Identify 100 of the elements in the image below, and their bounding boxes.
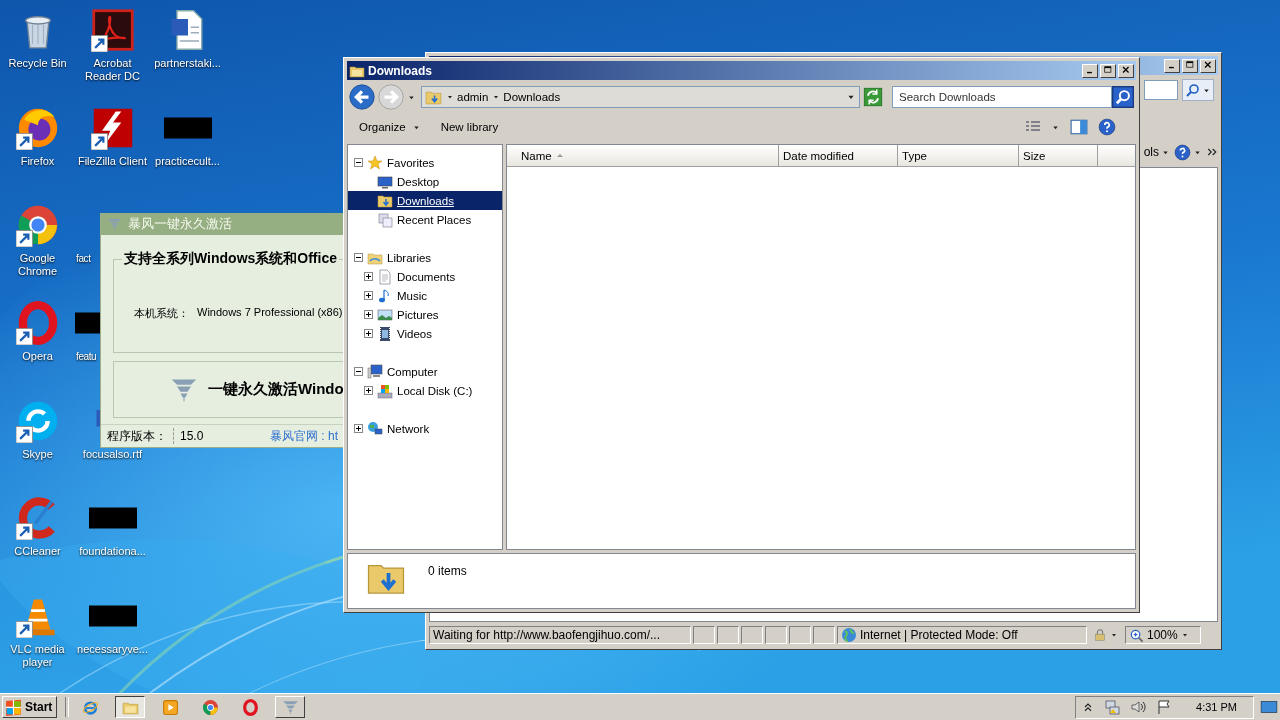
internet-explorer-icon [81,698,99,716]
column-header[interactable]: Name [507,145,779,166]
status-pane [741,626,763,644]
tree-item[interactable]: Pictures [348,305,502,324]
zoom-button[interactable]: 100% [1125,626,1201,644]
caret-icon [1180,631,1189,639]
tree-item[interactable]: Local Disk (C:) [348,381,502,400]
toolbar-button[interactable]: New library [440,121,499,133]
tree-item[interactable]: Network [348,419,502,438]
document-icon [377,268,393,285]
breadcrumb[interactable]: admin [457,91,489,103]
tree-item[interactable]: Computer [348,362,502,381]
media-player-icon [161,698,179,716]
tree-item[interactable]: Libraries [348,248,502,267]
version-label: 程序版本： [106,427,168,445]
help-menu[interactable] [1174,143,1202,161]
action-center-flag-icon [1156,699,1173,715]
recent-places-icon [377,211,393,228]
maximize-button[interactable] [1100,63,1116,78]
address-bar[interactable]: admin Downloads [421,86,860,108]
desktop-icon-label[interactable]: featu [76,350,97,364]
maximize-icon [1102,65,1114,76]
clock[interactable]: 4:31 PM [1196,701,1237,713]
website-link[interactable]: 暴风官网 : ht [264,427,344,445]
desktop-icon-label[interactable]: Firefox [1,154,74,168]
download-folder-icon [377,192,393,209]
pane-icon [1070,118,1088,136]
computer-icon [367,363,383,380]
network-icon [367,420,383,437]
tree-item[interactable]: Videos [348,324,502,343]
system-value: Windows 7 Professional (x86) [197,306,343,320]
search-button[interactable] [1182,79,1214,101]
close-icon [1120,65,1132,76]
column-header[interactable]: Date modified [779,145,898,166]
tools-menu[interactable]: ols [1143,145,1170,159]
drive-icon [377,382,393,399]
desktop-icon-label[interactable]: Acrobat Reader DC [76,57,149,83]
refresh-button[interactable] [863,87,883,107]
tree-item[interactable]: Favorites [348,153,502,172]
desktop-icon-label[interactable]: partnerstaki... [151,57,224,70]
maximize-icon [1184,60,1196,71]
close-button[interactable] [1118,63,1134,78]
search-button[interactable] [1112,86,1134,108]
status-pane [765,626,787,644]
security-zone: Internet | Protected Mode: Off [860,628,1018,642]
globe-icon [841,627,857,643]
search-icon [1185,82,1201,98]
monitor-icon [377,173,393,190]
tree-item[interactable]: Recent Places [348,210,502,229]
version-number: 15.0 [179,429,205,443]
desktop-icon-label[interactable]: Opera [1,350,74,364]
search-field[interactable]: Search Downloads [892,86,1112,108]
lock-icon [1093,628,1107,642]
maximize-button[interactable] [1182,58,1198,73]
desktop-icon-label[interactable]: FileZilla Client [76,154,149,168]
system-label: 本机系统： [134,306,189,321]
chevron-icon [1206,146,1218,158]
toolbar-button[interactable]: Organize [359,121,421,133]
status-pane [693,626,715,644]
help-button[interactable] [1098,118,1116,136]
desktop-icon-label[interactable]: Google Chrome [1,252,74,279]
window-title: Downloads [368,63,432,78]
star-icon [367,154,383,171]
column-header[interactable]: Size [1019,145,1098,166]
status-pane [717,626,739,644]
desktop-icon-label[interactable]: practicecult... [151,154,224,168]
status-text: Waiting for http://www.baofengjihuo.com/... [429,626,691,644]
desktop-icon-label[interactable]: fact [76,252,91,266]
caret-icon [1110,631,1118,639]
panel-heading: 支持全系列Windows系统和Office [122,250,339,268]
help-icon [1174,143,1191,161]
column-header[interactable]: Type [898,145,1019,166]
desktop-icon-label[interactable]: Skype [1,447,74,461]
start-button[interactable]: Start [2,696,58,718]
breadcrumb[interactable]: Downloads [503,91,561,103]
help-icon [1098,118,1116,136]
desktop-icon-label[interactable]: Recycle Bin [1,57,74,70]
minimize-button[interactable] [1164,58,1180,73]
back-button[interactable] [349,84,375,110]
tornado-icon [107,216,122,232]
show-desktop-icon [1260,698,1278,716]
preview-pane-button[interactable] [1070,118,1088,136]
status-pane [813,626,835,644]
tree-item[interactable]: Downloads [348,191,502,210]
tree-item[interactable]: Desktop [348,172,502,191]
tree-item[interactable]: Documents [348,267,502,286]
status-pane [789,626,811,644]
item-count: 0 items [428,564,467,578]
windows-logo-icon [5,698,22,716]
close-button[interactable] [1200,58,1216,73]
picture-icon [377,306,393,323]
speaker-icon [1130,699,1147,715]
window-title: 暴风一键永久激活 [128,215,232,233]
refresh-icon [863,87,883,107]
sort-arrow-icon [555,151,564,160]
tree-item[interactable]: Music [348,286,502,305]
zoom-icon [1129,627,1144,643]
taskbar-button[interactable] [115,696,146,718]
minimize-button[interactable] [1082,63,1098,78]
search-field[interactable] [1144,80,1178,100]
